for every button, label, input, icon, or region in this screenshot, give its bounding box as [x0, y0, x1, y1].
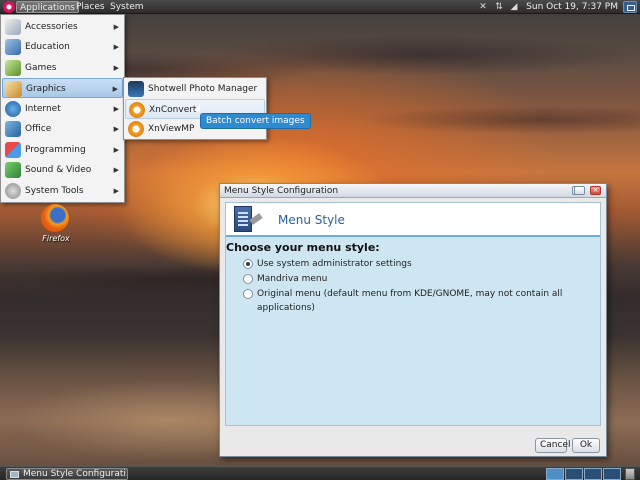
bottom-panel: Menu Style Configurati...	[0, 466, 640, 480]
workspace-4[interactable]	[603, 468, 621, 480]
dialog-title-bar[interactable]: Menu Style Configuration _ ×	[220, 184, 606, 198]
radio-original[interactable]: Original menu (default menu from KDE/GNO…	[243, 287, 600, 313]
menu-item-system-tools[interactable]: System Tools ▶	[2, 181, 123, 201]
window-icon	[10, 471, 19, 478]
menu-style-icon	[234, 206, 263, 234]
submenu-arrow-icon: ▶	[113, 105, 119, 113]
applications-dropdown: Accessories ▶ Education ▶ Games ▶ Graphics ▶…	[0, 14, 125, 203]
office-icon	[5, 121, 21, 137]
dialog-header: Menu Style	[226, 203, 600, 237]
menu-item-accessories[interactable]: Accessories ▶	[2, 17, 123, 37]
system-tools-icon	[5, 183, 21, 199]
top-panel: Applications Places System ✕ ⇅ ◢ Sun Oct…	[0, 0, 640, 14]
desktop-icon-label: Firefox	[42, 234, 70, 243]
maximize-icon[interactable]	[574, 186, 585, 195]
menu-item-sound-video[interactable]: Sound & Video ▶	[2, 160, 123, 180]
tooltip: Batch convert images	[200, 113, 311, 129]
submenu-arrow-icon: ▶	[112, 85, 118, 93]
submenu-arrow-icon: ▶	[113, 125, 119, 133]
education-icon	[5, 39, 21, 55]
menu-item-programming[interactable]: Programming ▶	[2, 140, 123, 160]
radio-button[interactable]	[243, 274, 253, 284]
programming-icon	[5, 142, 21, 158]
trash-icon[interactable]	[625, 468, 635, 480]
dialog-title: Menu Style Configuration	[224, 186, 339, 196]
applications-menu[interactable]: Applications	[16, 1, 79, 13]
radio-button[interactable]	[243, 289, 253, 299]
shotwell-icon	[128, 81, 144, 97]
menu-item-graphics[interactable]: Graphics ▶	[2, 78, 123, 98]
menu-item-office[interactable]: Office ▶	[2, 119, 123, 139]
distro-logo-icon[interactable]	[3, 1, 15, 13]
choose-style-label: Choose your menu style:	[226, 241, 380, 254]
show-desktop-icon[interactable]	[623, 1, 637, 13]
submenu-arrow-icon: ▶	[113, 23, 119, 31]
xnviewmp-icon	[128, 121, 144, 137]
volume-icon[interactable]: ◢	[509, 2, 519, 12]
firefox-icon	[41, 204, 69, 232]
submenu-arrow-icon: ▶	[113, 187, 119, 195]
dialog-header-title: Menu Style	[278, 213, 345, 227]
submenu-arrow-icon: ▶	[113, 166, 119, 174]
accessories-icon	[5, 19, 21, 35]
menu-item-games[interactable]: Games ▶	[2, 58, 123, 78]
radio-button[interactable]	[243, 259, 253, 269]
network-icon[interactable]: ⇅	[494, 2, 504, 12]
workspace-1[interactable]	[546, 468, 564, 480]
desktop-icon-firefox[interactable]: Firefox	[38, 204, 74, 248]
notification-icon[interactable]: ✕	[478, 2, 488, 12]
submenu-arrow-icon: ▶	[113, 43, 119, 51]
submenu-arrow-icon: ▶	[113, 64, 119, 72]
taskbar-item-menu-style[interactable]: Menu Style Configurati...	[6, 468, 128, 480]
submenu-arrow-icon: ▶	[113, 146, 119, 154]
menu-style-dialog: Menu Style Configuration _ × Menu Style …	[219, 183, 607, 457]
dialog-body: Menu Style Choose your menu style: Use s…	[225, 202, 601, 426]
sound-video-icon	[5, 162, 21, 178]
ok-button[interactable]: Ok	[572, 438, 600, 453]
radio-system-admin[interactable]: Use system administrator settings	[243, 257, 412, 271]
system-menu[interactable]: System	[107, 1, 147, 13]
workspace-3[interactable]	[584, 468, 602, 480]
places-menu[interactable]: Places	[73, 1, 108, 13]
radio-mandriva[interactable]: Mandriva menu	[243, 272, 327, 286]
menu-item-education[interactable]: Education ▶	[2, 37, 123, 57]
close-icon[interactable]: ×	[590, 186, 601, 195]
games-icon	[5, 60, 21, 76]
xnconvert-icon	[129, 102, 145, 118]
panel-clock[interactable]: Sun Oct 19, 7:37 PM	[526, 1, 618, 13]
cancel-button[interactable]: Cancel	[535, 438, 571, 453]
graphics-icon	[6, 81, 22, 97]
workspace-2[interactable]	[565, 468, 583, 480]
menu-item-internet[interactable]: Internet ▶	[2, 99, 123, 119]
submenu-item-shotwell[interactable]: Shotwell Photo Manager	[125, 79, 265, 99]
internet-icon	[5, 101, 21, 117]
